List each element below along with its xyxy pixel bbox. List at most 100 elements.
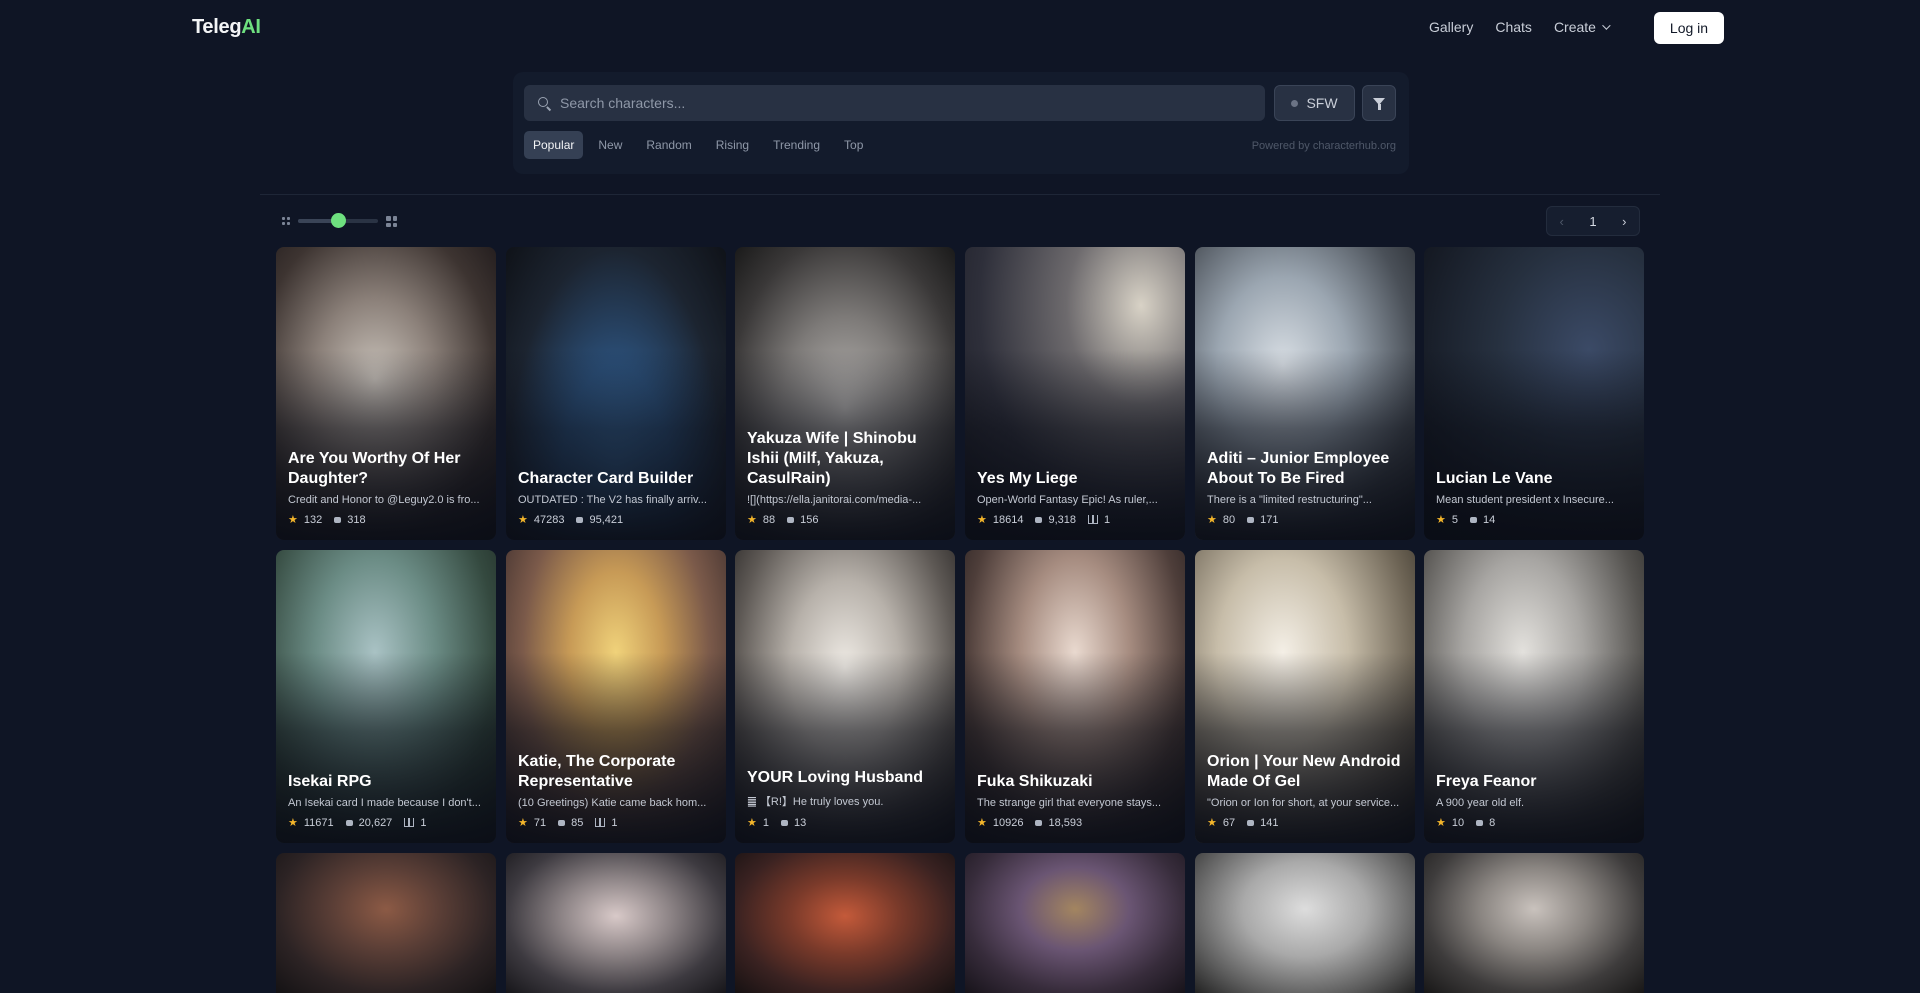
card-star-count: 67 — [1222, 816, 1236, 829]
character-card[interactable] — [1424, 853, 1644, 993]
card-description: A 900 year old elf. — [1436, 797, 1525, 809]
character-card[interactable]: Yes My Liege Open-World Fantasy Epic! As … — [965, 247, 1185, 540]
card-description: Open-World Fantasy Epic! As ruler,... — [977, 494, 1158, 506]
chat-bubble-icon — [1035, 516, 1043, 523]
tab-popular[interactable]: Popular — [524, 131, 584, 159]
card-stats: ★ 67 141 — [1207, 816, 1403, 830]
card-stats: ★ 18614 9,318 1 — [977, 513, 1173, 527]
card-star-count: 18614 — [992, 513, 1024, 526]
nav-gallery-link[interactable]: Gallery — [1429, 19, 1473, 35]
grid-small-icon — [282, 217, 290, 225]
tab-new[interactable]: New — [589, 131, 631, 159]
character-card[interactable]: Character Card Builder OUTDATED : The V2 … — [506, 247, 726, 540]
star-icon: ★ — [977, 817, 987, 829]
sort-tabs: Popular New Random Rising Trending Top — [524, 131, 878, 159]
card-star-count: 10926 — [992, 816, 1024, 829]
brand-logo[interactable]: TelegAI — [192, 16, 261, 39]
card-star-count: 71 — [533, 816, 547, 829]
pagination: ‹ 1 › — [1546, 206, 1640, 236]
character-card[interactable]: Aditi – Junior Employee About To Be Fire… — [1195, 247, 1415, 540]
chat-bubble-icon — [576, 516, 584, 523]
card-star-count: 80 — [1222, 513, 1236, 526]
character-card[interactable]: Orion | Your New Android Made Of Gel "Ori… — [1195, 550, 1415, 843]
star-icon: ★ — [977, 514, 987, 526]
character-card[interactable]: YOUR Loving Husband ䷀ 【R!】He truly loves … — [735, 550, 955, 843]
card-chat-count: 18,593 — [1048, 816, 1083, 829]
star-icon: ★ — [747, 514, 757, 526]
tab-rising[interactable]: Rising — [707, 131, 758, 159]
card-image — [1424, 853, 1644, 993]
character-card[interactable]: Fuka Shikuzaki The strange girl that ever… — [965, 550, 1185, 843]
card-chat-count: 20,627 — [358, 816, 393, 829]
card-chat-count: 8 — [1489, 816, 1496, 829]
search-bar — [524, 85, 1265, 121]
sfw-status-dot-icon — [1291, 99, 1299, 107]
character-card[interactable]: Are You Worthy Of Her Daughter? Credit an… — [276, 247, 496, 540]
current-page: 1 — [1589, 213, 1597, 229]
card-image — [506, 853, 726, 993]
tab-trending[interactable]: Trending — [764, 131, 829, 159]
card-chat-count: 318 — [347, 513, 366, 526]
character-card[interactable] — [735, 853, 955, 993]
card-title: Katie, The Corporate Representative — [518, 753, 676, 790]
character-card[interactable] — [276, 853, 496, 993]
card-chat-count: 14 — [1483, 513, 1496, 526]
card-title: Lucian Le Vane — [1436, 470, 1553, 487]
card-image — [965, 853, 1185, 993]
card-chat-count: 171 — [1260, 513, 1279, 526]
card-info: Orion | Your New Android Made Of Gel "Ori… — [1207, 752, 1403, 829]
card-info: YOUR Loving Husband ䷀ 【R!】He truly loves … — [747, 768, 943, 829]
character-card[interactable] — [965, 853, 1185, 993]
card-info: Are You Worthy Of Her Daughter? Credit an… — [288, 449, 484, 526]
next-page-button[interactable]: › — [1610, 214, 1639, 229]
card-star-count: 5 — [1451, 513, 1458, 526]
character-card[interactable]: Yakuza Wife | Shinobu Ishii (Milf, Yakuz… — [735, 247, 955, 540]
card-stats: ★ 1 13 — [747, 816, 943, 830]
nav-chats-link[interactable]: Chats — [1495, 19, 1532, 35]
card-description: (10 Greetings) Katie came back hom... — [518, 797, 707, 809]
section-divider — [260, 194, 1660, 195]
character-card[interactable]: Katie, The Corporate Representative (10 G… — [506, 550, 726, 843]
card-info: Character Card Builder OUTDATED : The V2 … — [518, 469, 714, 526]
tab-random[interactable]: Random — [637, 131, 700, 159]
card-stats: ★ 10 8 — [1436, 816, 1632, 830]
grid-size-slider-thumb[interactable] — [330, 213, 346, 228]
card-description: There is a "limited restructuring"... — [1207, 494, 1372, 506]
sfw-toggle[interactable]: SFW — [1274, 85, 1355, 121]
login-button[interactable]: Log in — [1654, 12, 1724, 44]
chat-bubble-icon — [345, 819, 353, 826]
filter-button[interactable] — [1362, 85, 1396, 121]
card-lorebook-count: 1 — [1104, 513, 1111, 526]
character-card[interactable]: Lucian Le Vane Mean student president x I… — [1424, 247, 1644, 540]
card-chat-count: 141 — [1260, 816, 1279, 829]
lorebook-icon — [404, 818, 415, 827]
card-title: Fuka Shikuzaki — [977, 773, 1093, 790]
sfw-label: SFW — [1306, 95, 1338, 111]
card-title: Isekai RPG — [288, 773, 372, 790]
chat-bubble-icon — [781, 819, 788, 826]
search-input[interactable] — [560, 85, 1250, 121]
character-card[interactable]: Isekai RPG An Isekai card I made because … — [276, 550, 496, 843]
card-chat-count: 95,421 — [589, 513, 624, 526]
card-description: ![](https://ella.janitorai.com/media-... — [747, 494, 922, 506]
card-description: Credit and Honor to @Leguy2.0 is fro... — [288, 494, 480, 506]
card-info: Katie, The Corporate Representative (10 G… — [518, 752, 714, 829]
card-info: Freya Feanor A 900 year old elf. ★ 10 8 — [1436, 772, 1632, 829]
prev-page-button[interactable]: ‹ — [1547, 214, 1576, 229]
card-title: Yes My Liege — [977, 470, 1078, 487]
character-card[interactable] — [506, 853, 726, 993]
card-star-count: 1 — [762, 816, 769, 829]
character-card[interactable]: Freya Feanor A 900 year old elf. ★ 10 8 — [1424, 550, 1644, 843]
star-icon: ★ — [518, 514, 528, 526]
character-card[interactable] — [1195, 853, 1415, 993]
card-info: Yakuza Wife | Shinobu Ishii (Milf, Yakuz… — [747, 429, 943, 526]
lorebook-icon — [595, 818, 606, 827]
card-chat-count: 85 — [571, 816, 584, 829]
card-lorebook-count: 1 — [611, 816, 618, 829]
card-title: Orion | Your New Android Made Of Gel — [1207, 753, 1401, 790]
tab-top[interactable]: Top — [835, 131, 872, 159]
lorebook-icon — [1088, 515, 1098, 524]
card-chat-count: 13 — [794, 816, 807, 829]
nav-create-dropdown[interactable]: Create — [1554, 19, 1611, 35]
chat-bubble-icon — [1247, 819, 1255, 826]
